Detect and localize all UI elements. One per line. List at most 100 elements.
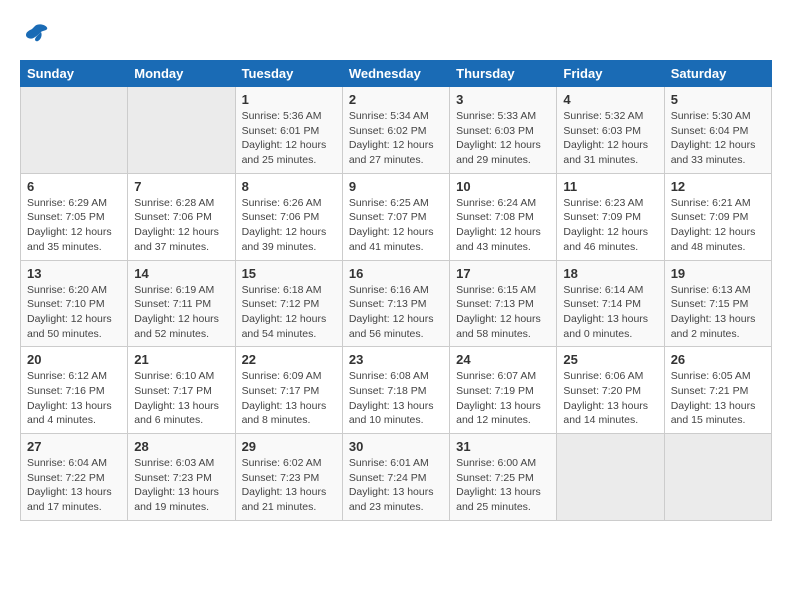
day-number: 4 bbox=[563, 92, 657, 107]
calendar-cell: 15 Sunrise: 6:18 AM Sunset: 7:12 PM Dayli… bbox=[235, 260, 342, 347]
day-detail: Sunrise: 6:02 AM Sunset: 7:23 PM Dayligh… bbox=[242, 456, 336, 515]
calendar-cell: 28 Sunrise: 6:03 AM Sunset: 7:23 PM Dayli… bbox=[128, 434, 235, 521]
day-detail: Sunrise: 6:07 AM Sunset: 7:19 PM Dayligh… bbox=[456, 369, 550, 428]
calendar-cell bbox=[664, 434, 771, 521]
calendar-cell: 21Sunrise: 6:10 AM Sunset: 7:17 PM Dayli… bbox=[128, 347, 235, 434]
calendar-week-4: 20 Sunrise: 6:12 AM Sunset: 7:16 PM Dayli… bbox=[21, 347, 772, 434]
calendar-cell: 22 Sunrise: 6:09 AM Sunset: 7:17 PM Dayli… bbox=[235, 347, 342, 434]
day-detail: Sunrise: 5:30 AM Sunset: 6:04 PM Dayligh… bbox=[671, 109, 765, 168]
day-number: 5 bbox=[671, 92, 765, 107]
day-detail: Sunrise: 6:00 AM Sunset: 7:25 PM Dayligh… bbox=[456, 456, 550, 515]
day-detail: Sunrise: 6:24 AM Sunset: 7:08 PM Dayligh… bbox=[456, 196, 550, 255]
weekday-header-monday: Monday bbox=[128, 61, 235, 87]
calendar-cell: 31 Sunrise: 6:00 AM Sunset: 7:25 PM Dayli… bbox=[450, 434, 557, 521]
calendar-cell: 19 Sunrise: 6:13 AM Sunset: 7:15 PM Dayli… bbox=[664, 260, 771, 347]
day-number: 19 bbox=[671, 266, 765, 281]
weekday-header-tuesday: Tuesday bbox=[235, 61, 342, 87]
day-number: 22 bbox=[242, 352, 336, 367]
calendar-cell: 18 Sunrise: 6:14 AM Sunset: 7:14 PM Dayli… bbox=[557, 260, 664, 347]
header-row: SundayMondayTuesdayWednesdayThursdayFrid… bbox=[21, 61, 772, 87]
day-detail: Sunrise: 5:33 AM Sunset: 6:03 PM Dayligh… bbox=[456, 109, 550, 168]
calendar-cell: 17 Sunrise: 6:15 AM Sunset: 7:13 PM Dayli… bbox=[450, 260, 557, 347]
day-detail: Sunrise: 6:14 AM Sunset: 7:14 PM Dayligh… bbox=[563, 283, 657, 342]
calendar-cell: 6Sunrise: 6:29 AM Sunset: 7:05 PM Daylig… bbox=[21, 173, 128, 260]
day-number: 13 bbox=[27, 266, 121, 281]
day-number: 31 bbox=[456, 439, 550, 454]
day-detail: Sunrise: 6:06 AM Sunset: 7:20 PM Dayligh… bbox=[563, 369, 657, 428]
header bbox=[20, 20, 772, 50]
day-detail: Sunrise: 6:23 AM Sunset: 7:09 PM Dayligh… bbox=[563, 196, 657, 255]
day-detail: Sunrise: 6:01 AM Sunset: 7:24 PM Dayligh… bbox=[349, 456, 443, 515]
calendar-cell: 10 Sunrise: 6:24 AM Sunset: 7:08 PM Dayli… bbox=[450, 173, 557, 260]
day-number: 26 bbox=[671, 352, 765, 367]
weekday-header-wednesday: Wednesday bbox=[342, 61, 449, 87]
calendar-cell: 12 Sunrise: 6:21 AM Sunset: 7:09 PM Dayli… bbox=[664, 173, 771, 260]
calendar-cell: 4 Sunrise: 5:32 AM Sunset: 6:03 PM Daylig… bbox=[557, 87, 664, 174]
calendar-cell bbox=[128, 87, 235, 174]
calendar-cell: 23Sunrise: 6:08 AM Sunset: 7:18 PM Dayli… bbox=[342, 347, 449, 434]
calendar-table: SundayMondayTuesdayWednesdayThursdayFrid… bbox=[20, 60, 772, 521]
calendar-cell bbox=[21, 87, 128, 174]
day-number: 8 bbox=[242, 179, 336, 194]
day-detail: Sunrise: 6:15 AM Sunset: 7:13 PM Dayligh… bbox=[456, 283, 550, 342]
calendar-cell: 9 Sunrise: 6:25 AM Sunset: 7:07 PM Daylig… bbox=[342, 173, 449, 260]
calendar-cell: 2Sunrise: 5:34 AM Sunset: 6:02 PM Daylig… bbox=[342, 87, 449, 174]
day-detail: Sunrise: 6:08 AM Sunset: 7:18 PM Dayligh… bbox=[349, 369, 443, 428]
calendar-cell: 27 Sunrise: 6:04 AM Sunset: 7:22 PM Dayli… bbox=[21, 434, 128, 521]
day-number: 7 bbox=[134, 179, 228, 194]
weekday-header-sunday: Sunday bbox=[21, 61, 128, 87]
day-number: 1 bbox=[242, 92, 336, 107]
day-detail: Sunrise: 6:25 AM Sunset: 7:07 PM Dayligh… bbox=[349, 196, 443, 255]
day-number: 20 bbox=[27, 352, 121, 367]
day-number: 24 bbox=[456, 352, 550, 367]
weekday-header-saturday: Saturday bbox=[664, 61, 771, 87]
day-detail: Sunrise: 6:12 AM Sunset: 7:16 PM Dayligh… bbox=[27, 369, 121, 428]
calendar-week-3: 13 Sunrise: 6:20 AM Sunset: 7:10 PM Dayli… bbox=[21, 260, 772, 347]
logo-icon bbox=[20, 20, 50, 50]
day-detail: Sunrise: 6:09 AM Sunset: 7:17 PM Dayligh… bbox=[242, 369, 336, 428]
day-number: 2 bbox=[349, 92, 443, 107]
day-detail: Sunrise: 5:32 AM Sunset: 6:03 PM Dayligh… bbox=[563, 109, 657, 168]
day-detail: Sunrise: 6:04 AM Sunset: 7:22 PM Dayligh… bbox=[27, 456, 121, 515]
day-detail: Sunrise: 6:05 AM Sunset: 7:21 PM Dayligh… bbox=[671, 369, 765, 428]
calendar-cell: 24 Sunrise: 6:07 AM Sunset: 7:19 PM Dayli… bbox=[450, 347, 557, 434]
calendar-cell: 1Sunrise: 5:36 AM Sunset: 6:01 PM Daylig… bbox=[235, 87, 342, 174]
day-detail: Sunrise: 6:26 AM Sunset: 7:06 PM Dayligh… bbox=[242, 196, 336, 255]
day-detail: Sunrise: 6:21 AM Sunset: 7:09 PM Dayligh… bbox=[671, 196, 765, 255]
logo bbox=[20, 20, 54, 50]
day-number: 29 bbox=[242, 439, 336, 454]
day-number: 11 bbox=[563, 179, 657, 194]
day-detail: Sunrise: 6:28 AM Sunset: 7:06 PM Dayligh… bbox=[134, 196, 228, 255]
day-number: 3 bbox=[456, 92, 550, 107]
day-detail: Sunrise: 6:18 AM Sunset: 7:12 PM Dayligh… bbox=[242, 283, 336, 342]
calendar-cell: 25 Sunrise: 6:06 AM Sunset: 7:20 PM Dayli… bbox=[557, 347, 664, 434]
day-detail: Sunrise: 6:13 AM Sunset: 7:15 PM Dayligh… bbox=[671, 283, 765, 342]
day-number: 12 bbox=[671, 179, 765, 194]
day-number: 18 bbox=[563, 266, 657, 281]
calendar-cell: 13 Sunrise: 6:20 AM Sunset: 7:10 PM Dayli… bbox=[21, 260, 128, 347]
calendar-cell bbox=[557, 434, 664, 521]
day-number: 21 bbox=[134, 352, 228, 367]
day-detail: Sunrise: 6:20 AM Sunset: 7:10 PM Dayligh… bbox=[27, 283, 121, 342]
page: SundayMondayTuesdayWednesdayThursdayFrid… bbox=[0, 0, 792, 531]
weekday-header-friday: Friday bbox=[557, 61, 664, 87]
day-number: 25 bbox=[563, 352, 657, 367]
calendar-cell: 20 Sunrise: 6:12 AM Sunset: 7:16 PM Dayli… bbox=[21, 347, 128, 434]
weekday-header-thursday: Thursday bbox=[450, 61, 557, 87]
calendar-cell: 7 Sunrise: 6:28 AM Sunset: 7:06 PM Daylig… bbox=[128, 173, 235, 260]
day-detail: Sunrise: 6:03 AM Sunset: 7:23 PM Dayligh… bbox=[134, 456, 228, 515]
day-number: 10 bbox=[456, 179, 550, 194]
day-detail: Sunrise: 6:16 AM Sunset: 7:13 PM Dayligh… bbox=[349, 283, 443, 342]
day-number: 17 bbox=[456, 266, 550, 281]
calendar-cell: 3 Sunrise: 5:33 AM Sunset: 6:03 PM Daylig… bbox=[450, 87, 557, 174]
day-number: 15 bbox=[242, 266, 336, 281]
day-number: 16 bbox=[349, 266, 443, 281]
day-number: 28 bbox=[134, 439, 228, 454]
day-number: 6 bbox=[27, 179, 121, 194]
calendar-cell: 26 Sunrise: 6:05 AM Sunset: 7:21 PM Dayli… bbox=[664, 347, 771, 434]
calendar-cell: 30 Sunrise: 6:01 AM Sunset: 7:24 PM Dayli… bbox=[342, 434, 449, 521]
day-number: 30 bbox=[349, 439, 443, 454]
day-number: 9 bbox=[349, 179, 443, 194]
calendar-week-1: 1Sunrise: 5:36 AM Sunset: 6:01 PM Daylig… bbox=[21, 87, 772, 174]
day-number: 27 bbox=[27, 439, 121, 454]
